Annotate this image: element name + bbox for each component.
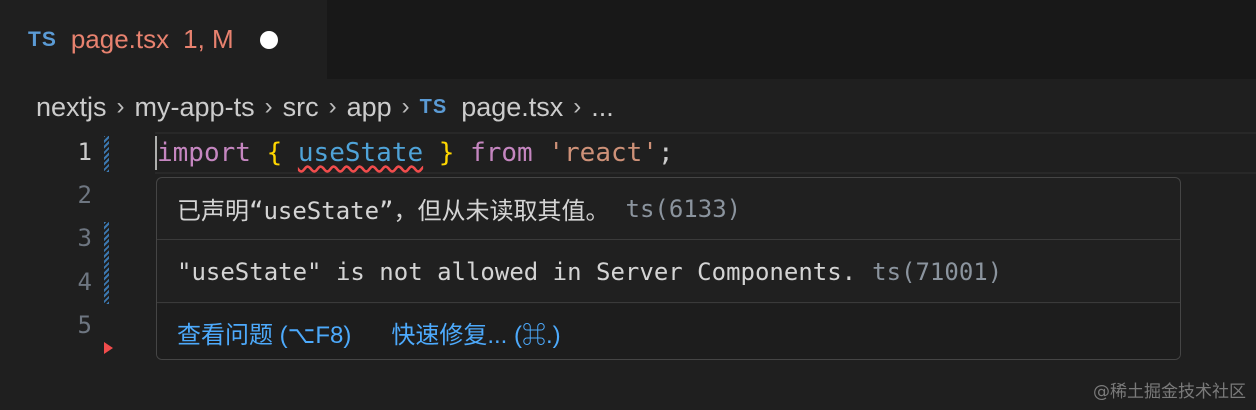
line-number: 5: [77, 311, 92, 339]
tab-bar: TS page.tsx 1, M: [0, 0, 1256, 79]
identifier-usestate[interactable]: useState: [298, 138, 423, 168]
brace-close: }: [438, 138, 455, 168]
breadcrumb-item-symbols[interactable]: ...: [591, 92, 614, 123]
keyword-import: import: [157, 138, 251, 168]
tab-problem-status: 1, M: [183, 24, 234, 54]
semicolon: ;: [657, 138, 674, 168]
breadcrumb-item-nextjs[interactable]: nextjs: [36, 92, 107, 123]
hover-actions: 查看问题 (⌥F8) 快速修复... (⌘.): [157, 304, 1180, 359]
chevron-right-icon: ›: [116, 93, 125, 120]
chevron-right-icon: ›: [401, 93, 410, 120]
brace-open: {: [266, 138, 283, 168]
chevron-right-icon: ›: [573, 93, 582, 120]
typescript-file-icon: TS: [419, 95, 448, 118]
chevron-right-icon: ›: [264, 93, 273, 120]
diagnostic-message: "useState" is not allowed in Server Comp…: [157, 241, 1180, 303]
diagnostic-code: ts(6133): [625, 194, 742, 223]
diagnostic-hover: 已声明“useState”，但从未读取其值。 ts(6133) "useStat…: [156, 177, 1181, 360]
watermark: @稀土掘金技术社区: [1093, 382, 1246, 402]
typescript-file-icon: TS: [28, 27, 57, 51]
diagnostic-message: 已声明“useState”，但从未读取其值。 ts(6133): [157, 178, 1180, 240]
view-problem-link[interactable]: 查看问题 (⌥F8): [177, 315, 351, 350]
line-number: 4: [77, 268, 92, 296]
breadcrumb-item-src[interactable]: src: [283, 92, 319, 123]
line-number: 1: [77, 138, 92, 166]
line-number: 2: [77, 181, 92, 209]
diagnostic-text: "useState" is not allowed in Server Comp…: [177, 257, 857, 286]
tab-filename: page.tsx: [70, 24, 170, 54]
breadcrumb-item-my-app-ts[interactable]: my-app-ts: [135, 92, 255, 123]
unsaved-dot-icon[interactable]: [259, 30, 278, 49]
modified-line-marker[interactable]: [104, 136, 109, 172]
tab-page-tsx[interactable]: TS page.tsx 1, M: [0, 0, 327, 79]
line-number: 3: [77, 224, 92, 252]
diagnostic-code: ts(71001): [872, 257, 1003, 286]
code-line-1[interactable]: import { useState } from 'react';: [157, 136, 674, 170]
chevron-right-icon: ›: [328, 93, 337, 120]
diagnostic-text: 已声明“useState”，但从未读取其值。: [177, 197, 610, 225]
breadcrumb-item-app[interactable]: app: [347, 92, 392, 123]
breadcrumb-item-file[interactable]: page.tsx: [461, 92, 563, 123]
keyword-from: from: [470, 138, 533, 168]
quick-fix-link[interactable]: 快速修复... (⌘.): [391, 315, 560, 350]
modified-line-marker[interactable]: [104, 222, 109, 304]
deleted-line-marker-icon[interactable]: [104, 342, 113, 354]
string-react: 'react': [548, 138, 658, 168]
breadcrumb: nextjs › my-app-ts › src › app › TS page…: [36, 87, 614, 127]
editor-window: TS page.tsx 1, M nextjs › my-app-ts › sr…: [0, 0, 1256, 410]
text-cursor: [155, 136, 157, 170]
